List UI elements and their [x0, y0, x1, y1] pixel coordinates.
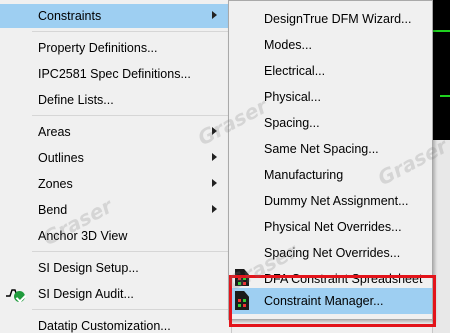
menu-item-anchor-3d-view[interactable]: Anchor 3D View	[0, 224, 232, 248]
menu-item-zones[interactable]: Zones	[0, 172, 232, 196]
submenu-item-designtrue-dfm-wizard[interactable]: DesignTrue DFM Wizard...	[229, 6, 432, 32]
submenu-item-label: Physical Net Overrides...	[264, 220, 402, 234]
submenu-item-physical-net-overrides[interactable]: Physical Net Overrides...	[229, 214, 432, 240]
menu-item-label: Zones	[38, 177, 73, 191]
menu-item-label: Constraints	[38, 9, 102, 23]
menu-item-property-definitions[interactable]: Property Definitions...	[0, 36, 232, 60]
menu-item-label: Define Lists...	[38, 93, 114, 107]
menu-separator	[32, 31, 228, 32]
submenu-item-dummy-net-assignment[interactable]: Dummy Net Assignment...	[229, 188, 432, 214]
menu-item-label: Outlines	[38, 151, 84, 165]
submenu-item-label: Physical...	[264, 90, 321, 104]
submenu-item-label: Spacing...	[264, 116, 320, 130]
submenu-item-label: DesignTrue DFM Wizard...	[264, 12, 412, 26]
menu-item-constraints[interactable]: Constraints	[0, 4, 232, 28]
submenu-arrow-icon	[212, 179, 217, 187]
menu-item-label: Areas	[38, 125, 71, 139]
menu-item-label: SI Design Setup...	[38, 261, 139, 275]
setup-menu: Constraints Property Definitions... IPC2…	[0, 0, 232, 333]
submenu-item-label: Manufacturing	[264, 168, 344, 182]
check-icon	[14, 291, 25, 302]
submenu-item-label: Modes...	[264, 38, 312, 52]
menu-item-outlines[interactable]: Outlines	[0, 146, 232, 170]
menu-separator	[32, 115, 228, 116]
submenu-item-label: Same Net Spacing...	[264, 142, 379, 156]
menu-item-label: Property Definitions...	[38, 41, 158, 55]
menu-item-label: IPC2581 Spec Definitions...	[38, 67, 191, 81]
submenu-item-modes[interactable]: Modes...	[229, 32, 432, 58]
menu-separator	[32, 251, 228, 252]
menu-item-define-lists[interactable]: Define Lists...	[0, 88, 232, 112]
submenu-item-label: Electrical...	[264, 64, 326, 78]
submenu-arrow-icon	[212, 205, 217, 213]
menu-item-si-design-audit[interactable]: SI Design Audit...	[0, 282, 232, 306]
menu-item-label: Datatip Customization...	[38, 319, 171, 333]
annotation-highlight-box	[229, 275, 436, 327]
menu-item-datatip-customization[interactable]: Datatip Customization...	[0, 314, 232, 333]
menu-item-si-design-setup[interactable]: SI Design Setup...	[0, 256, 232, 280]
submenu-item-label: Dummy Net Assignment...	[264, 194, 409, 208]
menu-item-bend[interactable]: Bend	[0, 198, 232, 222]
submenu-arrow-icon	[212, 153, 217, 161]
menu-separator	[32, 309, 228, 310]
menu-item-ipc2581-spec-definitions[interactable]: IPC2581 Spec Definitions...	[0, 62, 232, 86]
menu-item-label: SI Design Audit...	[38, 287, 134, 301]
submenu-item-electrical[interactable]: Electrical...	[229, 58, 432, 84]
submenu-arrow-icon	[212, 11, 217, 19]
